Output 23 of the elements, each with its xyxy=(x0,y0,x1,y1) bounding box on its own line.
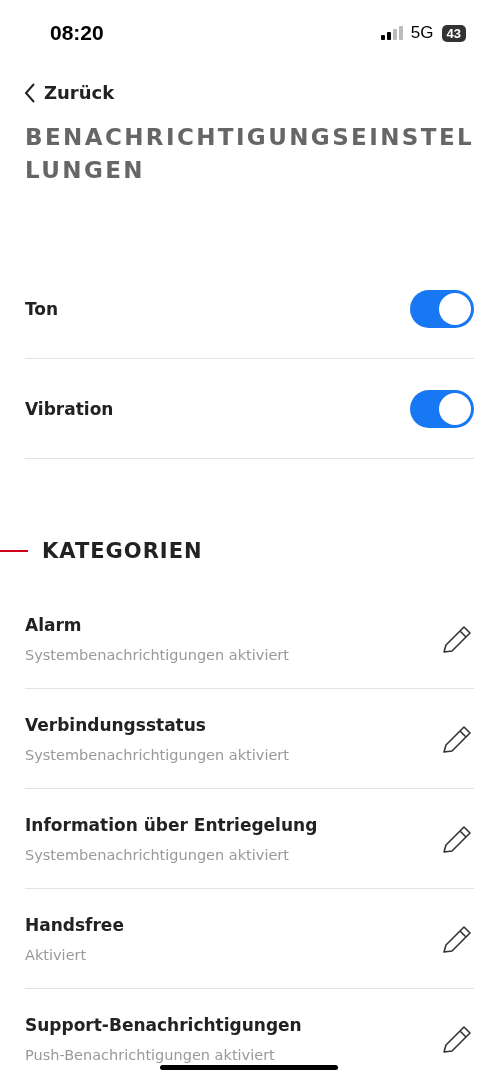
category-title: Support-Benachrichtigungen xyxy=(25,1015,302,1035)
category-title: Information über Entriegelung xyxy=(25,814,318,835)
category-status: Aktiviert xyxy=(25,946,88,963)
setting-label: Vibration xyxy=(25,398,114,419)
category-status: Systembenachrichtigungen aktiviert xyxy=(25,646,289,663)
signal-icon xyxy=(380,26,403,40)
category-title: Verbindungsstatus xyxy=(25,714,207,735)
chevron-left-icon xyxy=(24,82,36,103)
category-status: Push-Benachrichtigungen aktiviert xyxy=(25,1047,276,1063)
category-title: Handsfree xyxy=(25,914,124,935)
section-title: KATEGORIEN xyxy=(42,539,203,563)
battery-level: 43 xyxy=(441,24,466,42)
toggle-switch[interactable] xyxy=(410,389,474,428)
toggle-switch[interactable] xyxy=(410,289,474,328)
accent-line xyxy=(0,550,28,552)
category-status: Systembenachrichtigungen aktiviert xyxy=(25,746,289,763)
setting-label: Ton xyxy=(25,298,59,319)
back-button[interactable]: Zurück xyxy=(24,78,115,107)
category-title: Alarm xyxy=(25,614,83,635)
category-status: Systembenachrichtigungen aktiviert xyxy=(25,846,290,863)
status-time: 08:20 xyxy=(50,21,104,45)
network-label: 5G xyxy=(410,23,434,43)
page-title: BENACHRICHTIGUNGSEINSTELLUNGEN xyxy=(25,123,475,185)
